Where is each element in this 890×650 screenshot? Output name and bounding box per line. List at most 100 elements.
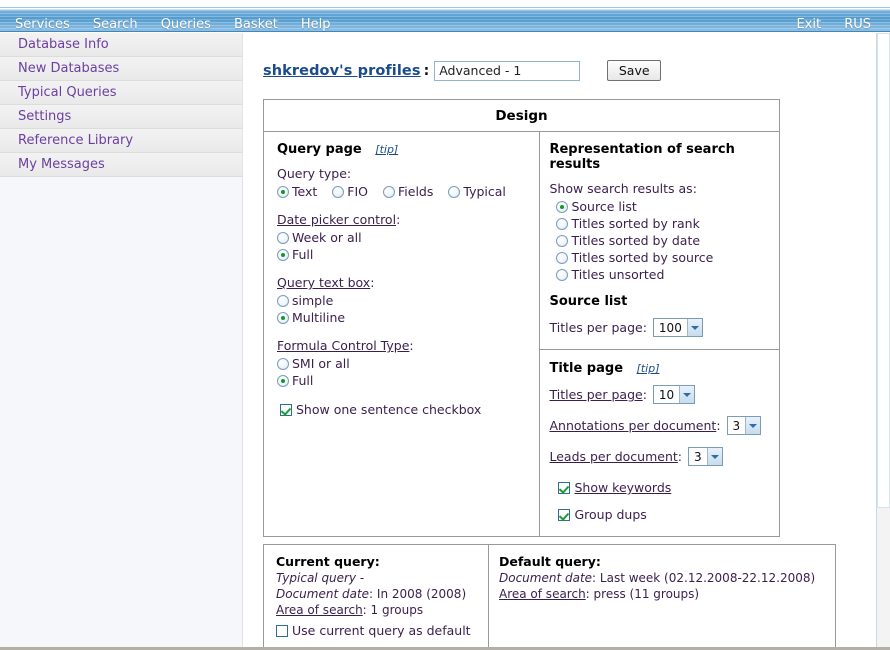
radio-icon[interactable] [277,294,289,307]
option-label: Full [292,247,314,262]
checkbox-label: Show keywords [574,480,672,495]
design-panel-title: Design [264,100,779,132]
menu-item-basket[interactable]: Basket [225,16,287,33]
date-picker-label: Date picker control: [277,212,401,227]
formula-control-type-label-text: Formula Control Type [277,338,410,353]
menu-item-rus[interactable]: RUS [835,16,880,33]
option-label: FIO [347,184,368,199]
radio-icon[interactable] [556,217,569,230]
radio-icon[interactable] [556,200,569,213]
menu-left-group: Services Search Queries Basket Help [6,13,340,33]
query-type-radio-group: Text FIO Fields Typical [277,184,539,199]
sidebar-item-typical-queries[interactable]: Typical Queries [0,81,242,105]
query-type-option-text[interactable]: Text [277,184,317,199]
menu-item-services[interactable]: Services [6,16,79,33]
checkbox-icon[interactable] [558,481,571,494]
radio-icon[interactable] [448,185,461,198]
menu-item-search[interactable]: Search [84,16,147,33]
main-menu-bar: Services Search Queries Basket Help Exit… [0,9,890,32]
query-text-box-option-multiline[interactable]: Multiline [277,310,539,325]
show-as-option-unsorted[interactable]: Titles unsorted [556,267,779,282]
sidebar-item-my-messages[interactable]: My Messages [0,153,242,177]
annotations-per-document-select[interactable]: 3 [726,416,762,435]
current-query-line-3: Area of search: 1 groups [276,602,488,618]
radio-icon[interactable] [332,185,345,198]
current-query-line-2-rest: : In 2008 (2008) [369,587,467,601]
source-list-titles-per-page-row: Titles per page: 100 [549,318,779,337]
menu-item-help[interactable]: Help [292,16,340,33]
title-titles-per-page-row: Titles per page: 10 [549,385,779,404]
default-query-area-of-search-link[interactable]: Area of search [499,587,586,601]
group-dups-checkbox-row[interactable]: Group dups [558,507,779,522]
radio-icon[interactable] [277,357,289,370]
chevron-down-icon[interactable] [679,386,695,403]
date-picker-label-text: Date picker control [277,212,397,227]
vertical-scrollbar[interactable] [876,33,890,650]
titles-per-page-select[interactable]: 100 [652,318,703,337]
radio-icon[interactable] [277,311,289,324]
radio-icon[interactable] [556,251,569,264]
chevron-down-icon[interactable] [686,319,702,336]
query-type-label: Query type: [277,166,352,181]
date-picker-option-week-or-all[interactable]: Week or all [277,230,539,245]
title-page-heading: Title page [tip] [549,361,779,376]
checkbox-label: Use current query as default [292,623,471,638]
radio-icon[interactable] [277,185,289,198]
leads-per-document-select[interactable]: 3 [688,447,723,466]
radio-icon[interactable] [556,234,569,247]
formula-option-full[interactable]: Full [277,373,539,388]
titles-per-page-label-text: Titles per page [549,387,643,402]
option-label: Titles sorted by date [571,233,701,248]
radio-icon[interactable] [277,248,289,261]
profile-name-input[interactable] [434,60,581,81]
chevron-down-icon[interactable] [745,417,761,434]
option-label: Titles unsorted [571,267,665,282]
show-keywords-checkbox-row[interactable]: Show keywords [558,480,779,495]
option-label: simple [292,293,334,308]
query-type-option-typical[interactable]: Typical [448,184,506,199]
query-summary-panel: Current query: Typical query - Document … [263,544,836,650]
radio-icon[interactable] [277,374,289,387]
current-query-area-of-search-link[interactable]: Area of search [276,603,363,617]
show-as-option-sorted-by-date[interactable]: Titles sorted by date [556,233,779,248]
option-label: Typical [463,184,506,199]
sidebar-item-new-databases[interactable]: New Databases [0,57,242,81]
show-as-option-sorted-by-source[interactable]: Titles sorted by source [556,250,779,265]
show-one-sentence-checkbox-row[interactable]: Show one sentence checkbox [280,402,539,417]
clipped-top-strip [0,0,890,8]
title-titles-per-page-select[interactable]: 10 [652,385,696,404]
sidebar-item-settings[interactable]: Settings [0,105,242,129]
scrollbar-thumb[interactable] [877,33,890,508]
checkbox-icon[interactable] [280,403,292,416]
menu-item-queries[interactable]: Queries [152,16,220,33]
design-panel-body: Query page [tip] Query type: Text FIO Fi… [264,132,779,536]
formula-option-smi-or-all[interactable]: SMI or all [277,356,539,371]
radio-icon[interactable] [383,185,395,198]
show-as-option-sorted-by-rank[interactable]: Titles sorted by rank [556,216,779,231]
menu-item-exit[interactable]: Exit [787,16,830,33]
sidebar-item-database-info[interactable]: Database Info [0,33,242,57]
date-picker-option-full[interactable]: Full [277,247,539,262]
default-query-line-1-rest: : Last week (02.12.2008-22.12.2008) [592,571,816,585]
query-type-option-fields[interactable]: Fields [383,184,433,199]
radio-icon[interactable] [277,231,289,244]
checkbox-icon[interactable] [276,624,288,637]
query-page-tip-link[interactable]: [tip] [375,143,398,156]
chevron-down-icon[interactable] [706,448,722,465]
show-as-option-source-list[interactable]: Source list [556,199,779,214]
title-page-tip-link[interactable]: [tip] [637,362,660,375]
radio-icon[interactable] [556,268,569,281]
annotations-per-document-label: Annotations per document: [549,418,721,433]
leads-label-text: Leads per document [549,449,678,464]
checkbox-icon[interactable] [558,508,571,521]
profile-colon: : [423,62,430,79]
query-type-option-fio[interactable]: FIO [332,184,368,199]
profiles-link[interactable]: shkredov's profiles [263,63,421,79]
sidebar-item-reference-library[interactable]: Reference Library [0,129,242,153]
query-text-box-option-simple[interactable]: simple [277,293,539,308]
use-current-query-as-default-row[interactable]: Use current query as default [276,623,488,638]
query-page-heading-text: Query page [277,142,362,157]
query-text-box-label: Query text box: [277,275,375,290]
save-button[interactable]: Save [607,60,662,81]
default-query-document-date-label: Document date [499,571,593,585]
